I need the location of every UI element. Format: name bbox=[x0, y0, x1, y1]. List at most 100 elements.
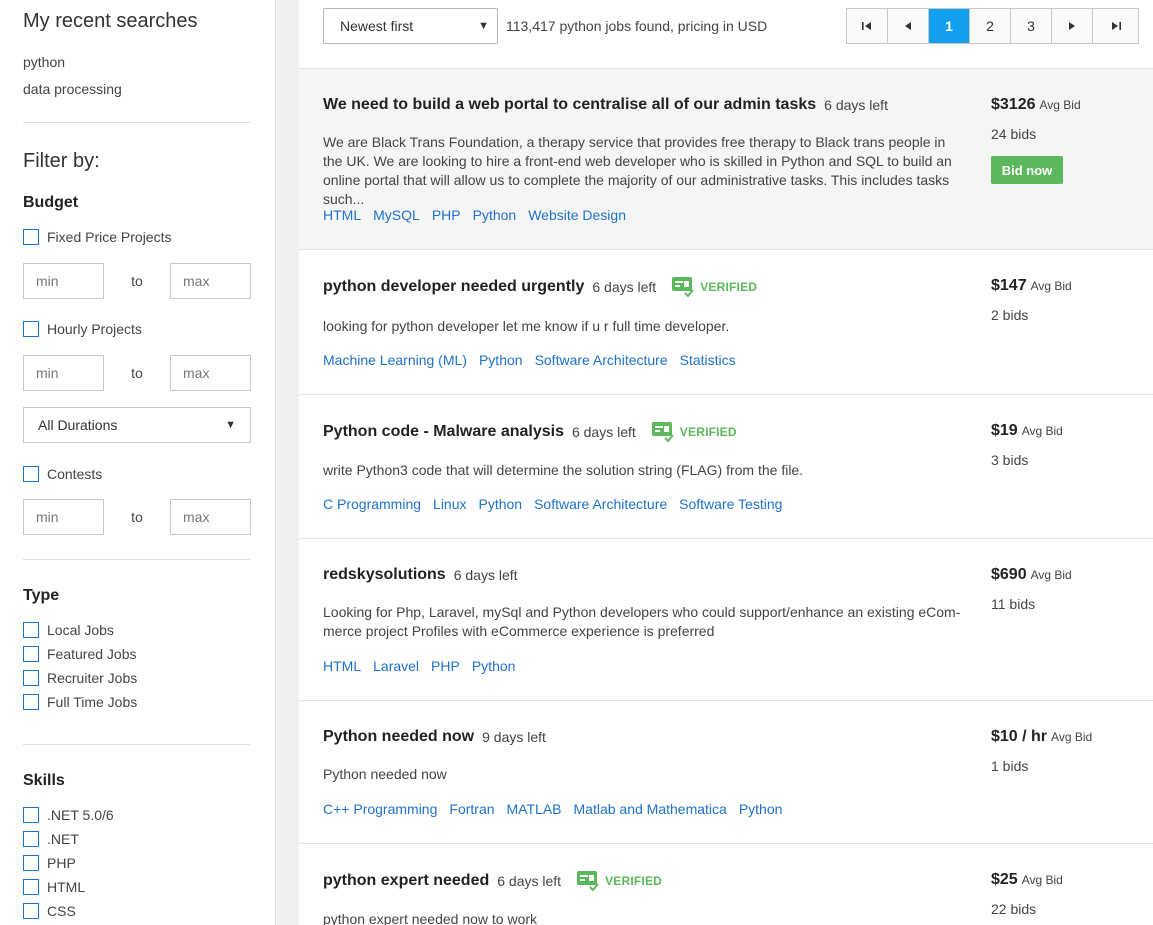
skill-tag[interactable]: Fortran bbox=[449, 801, 494, 817]
skill-net5-checkbox[interactable]: .NET 5.0/6 bbox=[23, 807, 114, 823]
checkbox-box[interactable] bbox=[23, 831, 39, 847]
skill-tag[interactable]: HTML bbox=[323, 207, 361, 223]
checkbox-box[interactable] bbox=[23, 670, 39, 686]
job-results: Newest first ▼ 113,417 python jobs found… bbox=[299, 0, 1153, 925]
hourly-min-input[interactable] bbox=[23, 355, 104, 391]
job-title-text[interactable]: python developer needed urgently bbox=[323, 278, 584, 296]
checkbox-box[interactable] bbox=[23, 694, 39, 710]
job-card[interactable]: We need to build a web portal to central… bbox=[299, 69, 1153, 250]
skill-tag[interactable]: Python bbox=[739, 801, 783, 817]
prev-page-button[interactable] bbox=[888, 9, 929, 43]
avg-bid-price: $10 / hr Avg Bid bbox=[991, 728, 1092, 746]
job-card[interactable]: python expert needed 6 days left VERIFIE… bbox=[299, 844, 1153, 925]
skill-tag[interactable]: MATLAB bbox=[507, 801, 562, 817]
bid-now-button[interactable]: Bid now bbox=[991, 156, 1063, 184]
page-1-button[interactable]: 1 bbox=[929, 9, 970, 43]
type-featured-checkbox[interactable]: Featured Jobs bbox=[23, 646, 137, 662]
filter-title: Filter by: bbox=[23, 150, 100, 172]
hourly-checkbox[interactable]: Hourly Projects bbox=[23, 321, 142, 337]
skill-tag[interactable]: MySQL bbox=[373, 207, 420, 223]
next-page-button[interactable] bbox=[1052, 9, 1093, 43]
hourly-label: Hourly Projects bbox=[47, 321, 142, 337]
verified-badge: VERIFIED bbox=[651, 422, 737, 442]
skill-tag[interactable]: Python bbox=[479, 352, 523, 368]
contests-min-input[interactable] bbox=[23, 499, 104, 535]
skill-php-checkbox[interactable]: PHP bbox=[23, 855, 76, 871]
prev-page-icon bbox=[905, 22, 911, 30]
avg-bid-price: $690 Avg Bid bbox=[991, 566, 1072, 584]
page-2-button[interactable]: 2 bbox=[970, 9, 1011, 43]
checkbox-box[interactable] bbox=[23, 646, 39, 662]
first-page-button[interactable] bbox=[847, 9, 888, 43]
skill-tag[interactable]: PHP bbox=[431, 658, 460, 674]
bid-count: 2 bids bbox=[991, 307, 1029, 323]
job-card[interactable]: python developer needed urgently 6 days … bbox=[299, 250, 1153, 395]
checkbox-box[interactable] bbox=[23, 622, 39, 638]
skill-tag[interactable]: Python bbox=[473, 207, 517, 223]
job-title-text[interactable]: python expert needed bbox=[323, 872, 489, 890]
job-card[interactable]: redskysolutions 6 days left Looking for … bbox=[299, 539, 1153, 701]
job-title[interactable]: We need to build a web portal to central… bbox=[323, 96, 888, 114]
page-3-button[interactable]: 3 bbox=[1011, 9, 1052, 43]
job-title[interactable]: python developer needed urgently 6 days … bbox=[323, 277, 757, 297]
checkbox-box[interactable] bbox=[23, 879, 39, 895]
job-tags: C Programming Linux Python Software Arch… bbox=[323, 496, 794, 512]
skill-tag[interactable]: Machine Learning (ML) bbox=[323, 352, 467, 368]
last-page-button[interactable] bbox=[1093, 9, 1138, 43]
fixed-price-checkbox[interactable]: Fixed Price Projects bbox=[23, 229, 171, 245]
avg-bid-price: $25 Avg Bid bbox=[991, 871, 1063, 889]
checkbox-box[interactable] bbox=[23, 903, 39, 919]
job-card[interactable]: Python needed now 9 days left Python nee… bbox=[299, 701, 1153, 844]
checkbox-box[interactable] bbox=[23, 466, 39, 482]
job-title-text[interactable]: Python needed now bbox=[323, 728, 474, 746]
avg-bid-label: Avg Bid bbox=[1030, 279, 1072, 293]
skill-tag[interactable]: Python bbox=[472, 658, 516, 674]
fixed-max-input[interactable] bbox=[170, 263, 251, 299]
type-fulltime-checkbox[interactable]: Full Time Jobs bbox=[23, 694, 137, 710]
recent-search-python[interactable]: python bbox=[23, 54, 65, 70]
job-title[interactable]: Python needed now 9 days left bbox=[323, 728, 546, 746]
type-local-checkbox[interactable]: Local Jobs bbox=[23, 622, 114, 638]
skill-tag[interactable]: Website Design bbox=[528, 207, 626, 223]
job-title[interactable]: Python code - Malware analysis 6 days le… bbox=[323, 422, 737, 442]
price-value: $19 bbox=[991, 422, 1018, 439]
skill-tag[interactable]: C++ Programming bbox=[323, 801, 437, 817]
avg-bid-label: Avg Bid bbox=[1051, 730, 1093, 744]
skill-tag[interactable]: Software Architecture bbox=[535, 352, 668, 368]
sort-select[interactable]: Newest first ▼ bbox=[323, 8, 498, 44]
type-recruiter-checkbox[interactable]: Recruiter Jobs bbox=[23, 670, 137, 686]
skill-tag[interactable]: HTML bbox=[323, 658, 361, 674]
job-card[interactable]: Python code - Malware analysis 6 days le… bbox=[299, 395, 1153, 539]
skill-html-checkbox[interactable]: HTML bbox=[23, 879, 85, 895]
skill-tag[interactable]: Statistics bbox=[680, 352, 736, 368]
type-label: Local Jobs bbox=[47, 622, 114, 638]
checkbox-box[interactable] bbox=[23, 855, 39, 871]
job-title-text[interactable]: redskysolutions bbox=[323, 566, 446, 584]
checkbox-box[interactable] bbox=[23, 229, 39, 245]
skill-tag[interactable]: Python bbox=[479, 496, 523, 512]
skill-tag[interactable]: C Programming bbox=[323, 496, 421, 512]
skill-tag[interactable]: Software Architecture bbox=[534, 496, 667, 512]
skill-tag[interactable]: Matlab and Mathematica bbox=[574, 801, 727, 817]
skill-tag[interactable]: PHP bbox=[432, 207, 461, 223]
checkbox-box[interactable] bbox=[23, 321, 39, 337]
checkbox-box[interactable] bbox=[23, 807, 39, 823]
job-title[interactable]: python expert needed 6 days left VERIFIE… bbox=[323, 871, 662, 891]
hourly-max-input[interactable] bbox=[170, 355, 251, 391]
recent-search-data-processing[interactable]: data processing bbox=[23, 81, 122, 97]
contests-max-input[interactable] bbox=[170, 499, 251, 535]
skill-net-checkbox[interactable]: .NET bbox=[23, 831, 79, 847]
job-title-text[interactable]: Python code - Malware analysis bbox=[323, 423, 564, 441]
duration-select[interactable]: All Durations ▼ bbox=[23, 407, 251, 443]
recent-searches-title: My recent searches bbox=[23, 10, 198, 32]
type-heading: Type bbox=[23, 587, 60, 604]
fixed-min-input[interactable] bbox=[23, 263, 104, 299]
skill-tag[interactable]: Software Testing bbox=[679, 496, 782, 512]
skill-tag[interactable]: Laravel bbox=[373, 658, 419, 674]
skill-tag[interactable]: Linux bbox=[433, 496, 466, 512]
next-page-icon bbox=[1069, 22, 1075, 30]
skill-css-checkbox[interactable]: CSS bbox=[23, 903, 76, 919]
contests-checkbox[interactable]: Contests bbox=[23, 466, 102, 482]
job-title-text[interactable]: We need to build a web portal to central… bbox=[323, 96, 816, 114]
job-title[interactable]: redskysolutions 6 days left bbox=[323, 566, 518, 584]
